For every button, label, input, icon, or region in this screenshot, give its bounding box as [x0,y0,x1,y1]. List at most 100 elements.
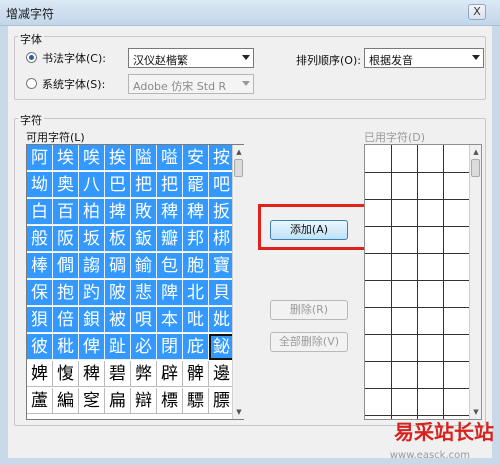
used-chars-gridlines [365,145,469,419]
char-cell[interactable]: 僴 [53,253,79,279]
char-cell[interactable]: 鈑 [131,226,157,252]
char-cell[interactable]: 扁 [105,388,131,414]
char-cell[interactable]: 板 [105,226,131,252]
available-chars-scrollbar[interactable]: ▲ ▼ [232,145,244,419]
char-cell[interactable]: 稗 [183,199,209,225]
close-button[interactable]: X [468,4,486,20]
char-cell[interactable]: 本 [157,307,183,333]
char-cell[interactable]: 窆 [79,388,105,414]
char-cell[interactable]: 碉 [105,253,131,279]
title-bar: 增减字符 X [0,0,500,26]
char-cell[interactable]: 辯 [131,388,157,414]
char-cell[interactable]: 阪 [53,226,79,252]
char-cell[interactable]: 柏 [79,199,105,225]
system-font-select[interactable]: Adobe 仿宋 Std R [128,74,254,94]
grid-line [417,145,418,419]
used-chars-grid[interactable]: ▲ ▼ [364,144,482,420]
char-cell[interactable]: 坂 [79,226,105,252]
chevron-down-icon [242,55,250,60]
char-cell[interactable]: 捭 [105,199,131,225]
char-cell[interactable]: 瓣 [157,226,183,252]
char-cell[interactable]: 鍮 [131,253,157,279]
used-chars-scrollbar[interactable]: ▲ ▼ [469,145,481,419]
char-cell[interactable]: 邦 [183,226,209,252]
system-font-radio[interactable] [26,78,37,89]
char-cell[interactable]: 鋇 [79,307,105,333]
char-cell[interactable]: 秕 [53,334,79,360]
scroll-down-icon[interactable]: ▼ [234,407,244,417]
char-cell[interactable]: 敗 [131,199,157,225]
char-cell[interactable]: 陴 [157,280,183,306]
calligraphy-font-select[interactable]: 汉仪赵楷繁 [128,48,254,68]
char-cell[interactable]: 標 [157,388,183,414]
chevron-down-icon [472,55,480,60]
char-cell[interactable]: 般 [27,226,53,252]
char-cell[interactable]: 趾 [105,334,131,360]
calligraphy-font-label: 书法字体(C): [42,52,106,65]
char-cell[interactable]: 稗 [79,361,105,387]
char-cell[interactable]: 包 [157,253,183,279]
char-cell[interactable]: 狽 [27,307,53,333]
used-chars-label: 已用字符(D) [364,131,426,144]
char-cell[interactable]: 愎 [53,361,79,387]
char-cell[interactable]: 婢 [27,361,53,387]
char-cell[interactable]: 碧 [105,361,131,387]
char-cell[interactable]: 百 [53,199,79,225]
char-cell[interactable]: 謅 [79,253,105,279]
char-cell[interactable]: 棒 [27,253,53,279]
char-cell[interactable]: 胞 [183,253,209,279]
char-cell[interactable]: 唉 [79,145,105,171]
char-cell[interactable]: 弊 [131,361,157,387]
calligraphy-font-radio[interactable] [26,52,37,63]
char-cell[interactable]: 隘 [131,145,157,171]
char-cell[interactable]: 埃 [53,145,79,171]
char-cell[interactable]: 俾 [79,334,105,360]
char-cell[interactable]: 安 [183,145,209,171]
char-cell[interactable]: 吡 [183,307,209,333]
char-cell[interactable]: 稗 [157,199,183,225]
grid-line [365,307,469,308]
char-cell[interactable]: 閉 [157,334,183,360]
char-cell[interactable]: 巴 [105,172,131,198]
char-cell[interactable]: 被 [105,307,131,333]
char-cell[interactable]: 陂 [105,280,131,306]
dialog-body: 字体 书法字体(C): 汉仪赵楷繁 系统字体(S): Adobe 仿宋 Std … [8,26,492,458]
window-title: 增减字符 [6,7,55,21]
char-cell[interactable]: 阿 [27,145,53,171]
char-cell[interactable]: 辟 [157,361,183,387]
scroll-up-icon[interactable]: ▲ [234,147,244,157]
char-cell[interactable]: 罷 [183,172,209,198]
char-cell[interactable]: 趵 [79,280,105,306]
char-cell[interactable]: 唄 [131,307,157,333]
char-cell[interactable]: 坳 [27,172,53,198]
char-cell[interactable]: 保 [27,280,53,306]
grid-line [365,334,469,335]
char-cell[interactable]: 把 [131,172,157,198]
char-cell[interactable]: 挨 [105,145,131,171]
char-cell[interactable]: 驃 [183,388,209,414]
char-cell[interactable]: 彼 [27,334,53,360]
char-cell[interactable]: 庇 [183,334,209,360]
char-cell[interactable]: 編 [53,388,79,414]
char-cell[interactable]: 髀 [183,361,209,387]
char-cell[interactable]: 北 [183,280,209,306]
grid-line [443,145,444,419]
char-cell[interactable]: 抱 [53,280,79,306]
scroll-thumb[interactable] [471,159,480,177]
char-cell[interactable]: 奥 [53,172,79,198]
sort-order-select[interactable]: 根据发音 [364,48,484,68]
char-cell[interactable]: 嗌 [157,145,183,171]
scroll-thumb[interactable] [234,159,243,177]
char-cell[interactable]: 必 [131,334,157,360]
char-cell[interactable]: 把 [157,172,183,198]
scroll-up-icon[interactable]: ▲ [471,147,481,157]
char-cell[interactable]: 八 [79,172,105,198]
delete-button[interactable]: 删除(R) [270,300,348,320]
char-cell[interactable]: 倍 [53,307,79,333]
char-cell[interactable]: 白 [27,199,53,225]
delete-all-button[interactable]: 全部删除(V) [270,332,348,352]
available-chars-grid[interactable]: 阿埃唉挨隘嗌安按坳奥八巴把把罷吧白百柏捭敗稗稗扳般阪坂板鈑瓣邦梆棒僴謅碉鍮包胞寶… [26,144,244,420]
char-cell[interactable]: 悲 [131,280,157,306]
chars-group-label: 字符 [18,112,44,128]
char-cell[interactable]: 蘆 [27,388,53,414]
